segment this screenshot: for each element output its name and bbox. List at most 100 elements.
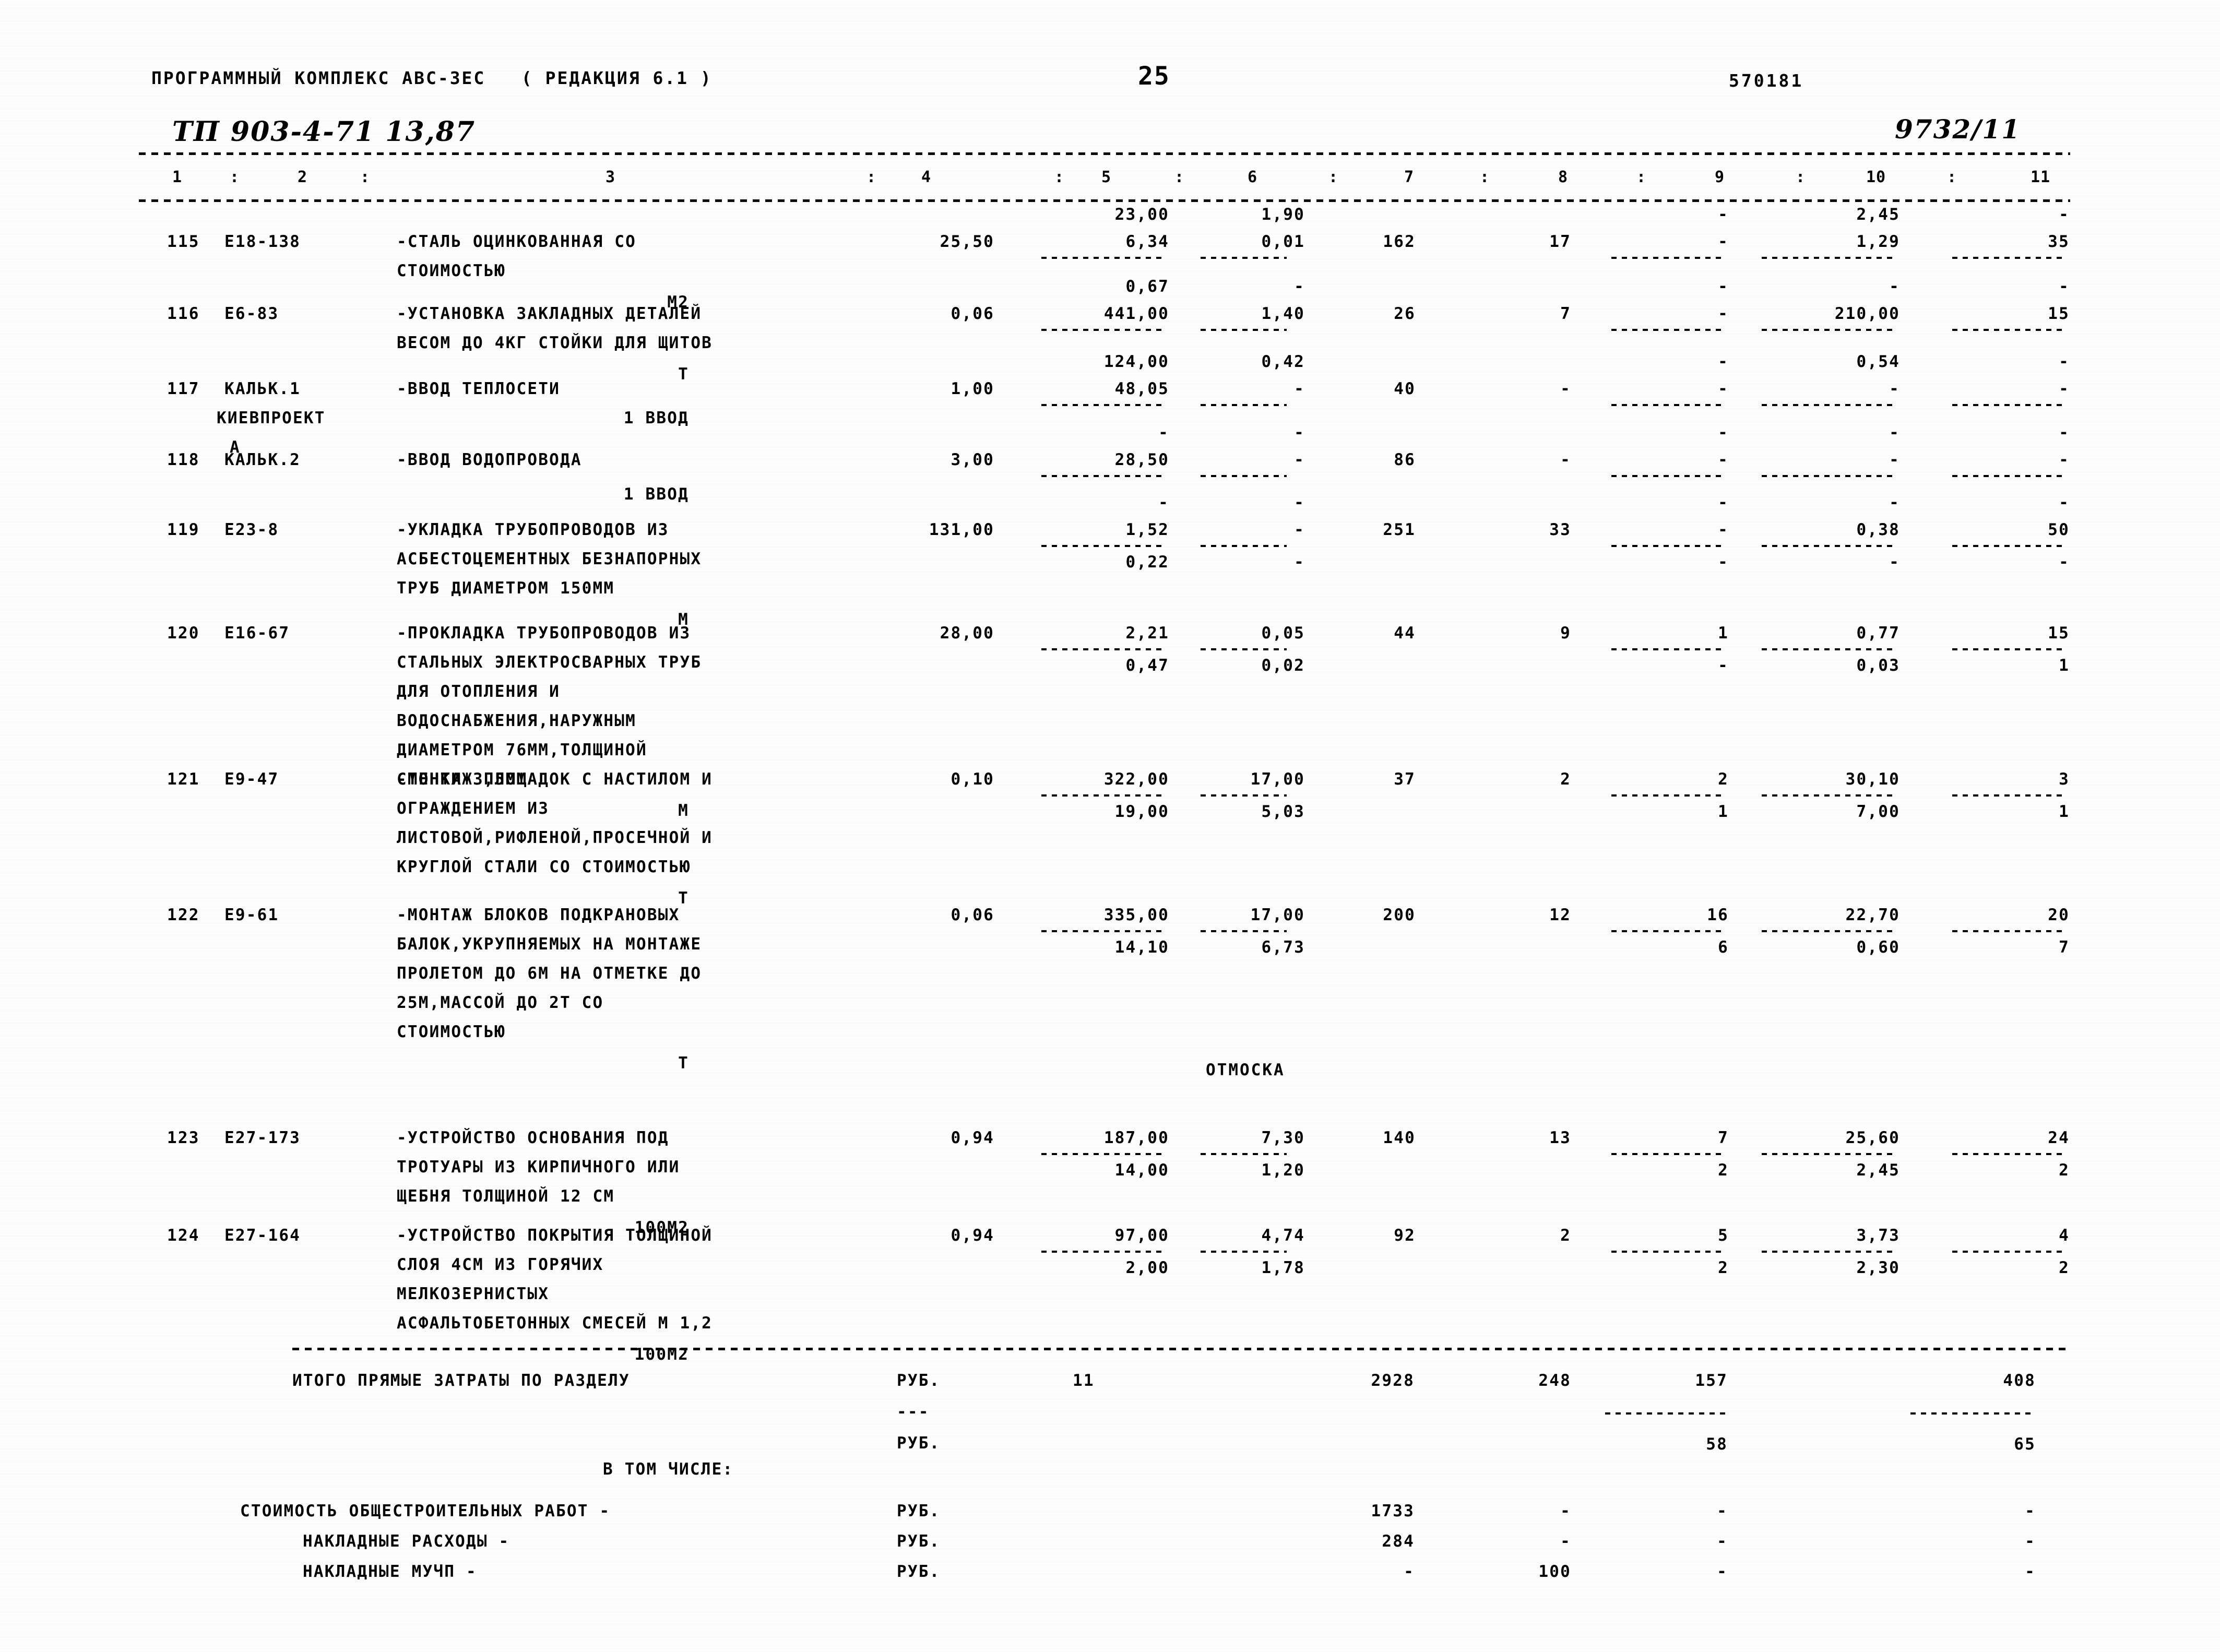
row-total-cost-119: 251: [1383, 520, 1416, 539]
totals-underline-col9: [1605, 1412, 1728, 1415]
breakdown-label-1: НАКЛАДНЫЕ РАСХОДЫ -: [303, 1532, 510, 1551]
row-total-cost-120: 44: [1394, 624, 1416, 643]
row-labor-top-118: -: [2059, 423, 2070, 442]
row-labor-top-117: -: [2059, 352, 2070, 371]
row-desc-115-1: СТОИМОСТЬЮ: [397, 262, 506, 280]
row-salary-bot-123: 1,20: [1261, 1161, 1305, 1180]
row-machine-cost-115: 1,29: [1856, 232, 1900, 251]
row-seg-c6-119: [1201, 545, 1287, 547]
row-unit-117: 1 ВВОД: [623, 409, 689, 427]
breakdown-label-0: СТОИМОСТЬ ОБЩЕСТРОИТЕЛЬНЫХ РАБОТ -: [240, 1502, 611, 1520]
row-seg-c11-119: [1952, 545, 2064, 547]
row-salary-117: -: [1294, 379, 1305, 398]
row-machines-121: 2: [1718, 770, 1729, 789]
row-desc-121-3: КРУГЛОЙ СТАЛИ СО СТОИМОСТЬЮ: [397, 858, 691, 876]
row-unit-cost-top-119: -: [1158, 493, 1169, 512]
row-labor-120: 15: [2048, 624, 2070, 643]
row-machine-cost-123: 25,60: [1845, 1128, 1900, 1147]
row-unit-cost-bot-121: 19,00: [1114, 802, 1169, 821]
totals-unit-1: РУБ.: [897, 1371, 941, 1390]
row-salary-top-119: -: [1294, 493, 1305, 512]
row-total-salary-119: 33: [1549, 520, 1571, 539]
row-unit-cost-123: 187,00: [1103, 1128, 1169, 1147]
row-qty-120: 28,00: [940, 624, 994, 643]
otmoska-annotation: ОТМОСКА: [1206, 1061, 1285, 1079]
row-seg-c10-116: [1762, 329, 1892, 331]
row-number-124: 124: [167, 1226, 200, 1245]
row-unit-cost-bot-123: 14,00: [1114, 1161, 1169, 1180]
row-desc-121-2: ЛИСТОВОЙ,РИФЛЕНОЙ,ПРОСЕЧНОЙ И: [397, 828, 713, 847]
row-machines-top-117: -: [1718, 352, 1729, 371]
row-salary-bot-120: 0,02: [1261, 656, 1305, 675]
row-seg-c5-118: [1041, 475, 1161, 477]
row-seg-c10-119: [1762, 545, 1892, 547]
row-desc-120-2: ДЛЯ ОТОПЛЕНИЯ И: [397, 682, 560, 701]
row-salary-121: 17,00: [1250, 770, 1305, 789]
row-total-salary-117: -: [1560, 379, 1571, 398]
row-total-cost-117: 40: [1394, 379, 1416, 398]
row-machines-115: -: [1718, 232, 1729, 251]
breakdown-unit-2: РУБ.: [897, 1562, 941, 1581]
row-number-123: 123: [167, 1128, 200, 1147]
row-number-115: 115: [167, 232, 200, 251]
row-code-116: E6-83: [224, 304, 279, 323]
row-seg-c11-121: [1952, 794, 2064, 797]
row-machine-cost-120: 0,77: [1856, 624, 1900, 643]
breakdown-col9-0: -: [1717, 1502, 1728, 1520]
row-salary-top-117: 0,42: [1261, 352, 1305, 371]
row-seg-c9-120: [1611, 648, 1724, 650]
row-salary-118: -: [1294, 450, 1305, 469]
totals-underline-col11: [1910, 1412, 2036, 1415]
row-desc-124-3: АСФАЛЬТОБЕТОННЫХ СМЕСЕЙ М 1,2: [397, 1314, 713, 1333]
breakdown-col7-2: -: [1404, 1562, 1415, 1581]
row-seg-c5-120: [1041, 648, 1161, 650]
row-qty-121: 0,10: [951, 770, 994, 789]
breakdown-col9-2: -: [1717, 1562, 1728, 1581]
row-salary-120: 0,05: [1261, 624, 1305, 643]
row-number-116: 116: [167, 304, 200, 323]
row-qty-124: 0,94: [951, 1226, 994, 1245]
row-salary-bot-122: 6,73: [1261, 938, 1305, 957]
totals-value-col9-second: 58: [1706, 1435, 1728, 1454]
row-unit-cost-122: 335,00: [1103, 906, 1169, 924]
row-desc-120-0: -ПРОКЛАДКА ТРУБОПРОВОДОВ ИЗ: [397, 624, 691, 643]
row-machine-cost-bot-120: 0,03: [1856, 656, 1900, 675]
breakdown-col8-2: 100: [1538, 1562, 1571, 1581]
row-seg-c10-122: [1762, 930, 1892, 932]
row-seg-c5-117: [1041, 404, 1161, 406]
row-desc-119-1: АСБЕСТОЦЕМЕНТНЫХ БЕЗНАПОРНЫХ: [397, 550, 702, 568]
row-qty-116: 0,06: [951, 304, 994, 323]
row-seg-c6-122: [1201, 930, 1287, 932]
row-machine-cost-121: 30,10: [1845, 770, 1900, 789]
row-unit-cost-bot-124: 2,00: [1125, 1258, 1169, 1277]
totals-section: 11: [1073, 1371, 1095, 1390]
row-salary-bot-121: 5,03: [1261, 802, 1305, 821]
row-machines-119: -: [1718, 520, 1729, 539]
row-unit-cost-top-117: 124,00: [1103, 352, 1169, 371]
row-desc-123-2: ЩЕБНЯ ТОЛЩИНОЙ 12 СМ: [397, 1187, 615, 1206]
row-machines-bot-122: 6: [1718, 938, 1729, 957]
row-desc-120-1: СТАЛЬНЫХ ЭЛЕКТРОСВАРНЫХ ТРУБ: [397, 653, 702, 672]
row-number-121: 121: [167, 770, 200, 789]
row-desc-124-0: -УСТРОЙСТВО ПОКРЫТИЯ ТОЛЩИНОЙ: [397, 1226, 713, 1245]
row-machine-cost-top-119: -: [1889, 493, 1900, 512]
row-qty-122: 0,06: [951, 906, 994, 924]
row-seg-c9-118: [1611, 475, 1724, 477]
row-total-cost-121: 37: [1394, 770, 1416, 789]
row-seg-c10-120: [1762, 648, 1892, 650]
row-seg-c11-124: [1952, 1251, 2064, 1253]
row-labor-116: 15: [2048, 304, 2070, 323]
row-seg-c10-124: [1762, 1251, 1892, 1253]
row-salary-122: 17,00: [1250, 906, 1305, 924]
row-machines-top-119: -: [1718, 493, 1729, 512]
row-seg-c6-117: [1201, 404, 1287, 406]
row-machine-cost-top-116: -: [1889, 277, 1900, 296]
row-unit-cost-117: 48,05: [1114, 379, 1169, 398]
row-seg-c9-124: [1611, 1251, 1724, 1253]
row-seg-c5-124: [1041, 1251, 1161, 1253]
row-labor-bot-119: -: [2059, 553, 2070, 572]
row-desc-122-1: БАЛОК,УКРУПНЯЕМЫХ НА МОНТАЖЕ: [397, 935, 702, 954]
row-unit-cost-bot-122: 14,10: [1114, 938, 1169, 957]
row-machine-cost-bot-122: 0,60: [1856, 938, 1900, 957]
row-code-121: E9-47: [224, 770, 279, 789]
